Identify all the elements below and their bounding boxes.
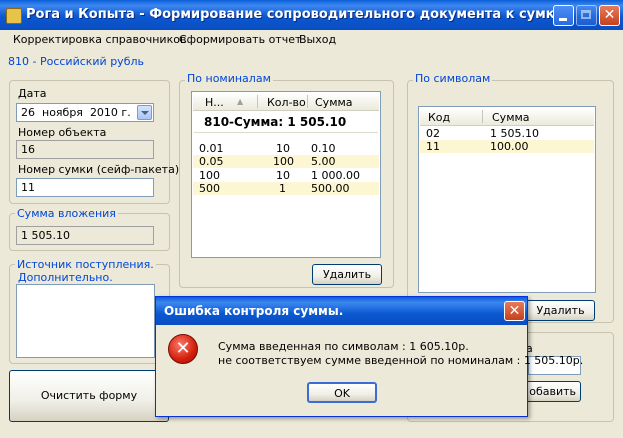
- date-year: 2010 г.: [89, 106, 131, 119]
- object-number-field: 16: [16, 140, 154, 159]
- denominations-total: 810-Сумма: 1 505.10: [204, 115, 347, 129]
- date-day: 26: [21, 106, 35, 119]
- dialog-title-bar[interactable]: Ошибка контроля суммы. ✕: [156, 297, 527, 325]
- error-dialog: Ошибка контроля суммы. ✕ ✕ Сумма введенн…: [155, 296, 583, 417]
- object-number-label: Номер объекта: [18, 126, 107, 139]
- dialog-message-line1: Сумма введенная по символам : 1 605.10р.: [218, 340, 469, 353]
- main-window: Рога и Копыта - Формирование сопроводите…: [0, 0, 623, 438]
- sort-arrow-icon: ▲: [237, 97, 244, 106]
- symbols-list[interactable]: Код Сумма 02 1 505.10 11 100.00: [418, 106, 596, 293]
- currency-label: 810 - Российский рубль: [8, 55, 144, 68]
- error-icon: ✕: [168, 334, 198, 364]
- column-code[interactable]: Код: [428, 111, 450, 124]
- table-row[interactable]: 100 10 1 000.00: [193, 169, 379, 182]
- dialog-close-button[interactable]: ✕: [504, 301, 525, 321]
- column-sum[interactable]: Сумма: [492, 111, 530, 124]
- dialog-ok-button[interactable]: OK: [307, 382, 377, 403]
- symbols-header: Код Сумма: [420, 108, 594, 126]
- date-picker[interactable]: 26 ноября 2010 г.: [16, 103, 154, 122]
- chevron-down-icon[interactable]: [137, 105, 152, 120]
- title-bar[interactable]: Рога и Копыта - Формирование сопроводите…: [0, 0, 623, 30]
- denominations-label: По номиналам: [185, 72, 273, 85]
- date-label: Дата: [18, 87, 47, 100]
- table-row[interactable]: 0.01 10 0.10: [193, 142, 379, 155]
- column-count[interactable]: Кол-во: [267, 96, 306, 109]
- source-textarea[interactable]: [16, 284, 155, 358]
- denominations-list[interactable]: Н... ▲ Кол-во Сумма 810-Сумма: 1 505.10 …: [191, 91, 381, 258]
- maximize-button[interactable]: [576, 5, 597, 26]
- close-icon: ✕: [603, 7, 616, 23]
- menu-item-directories[interactable]: Корректировка справочников: [13, 33, 186, 46]
- bag-number-label: Номер сумки (сейф-пакета): [18, 163, 180, 176]
- dialog-title: Ошибка контроля суммы.: [164, 304, 344, 318]
- close-icon: ✕: [508, 303, 521, 319]
- denominations-delete-button[interactable]: Удалить: [312, 264, 382, 285]
- denominations-header: Н... ▲ Кол-во Сумма: [193, 93, 379, 111]
- table-row[interactable]: 500 1 500.00: [193, 182, 379, 195]
- deposit-sum-label: Сумма вложения: [15, 207, 118, 220]
- maximize-icon: [581, 10, 591, 19]
- close-button[interactable]: ✕: [599, 5, 620, 26]
- source-label-line2: Дополнительно.: [18, 271, 113, 284]
- column-nominal[interactable]: Н...: [205, 96, 224, 109]
- date-month: ноября: [42, 106, 83, 119]
- minimize-button[interactable]: [553, 5, 574, 26]
- source-label-line1: Источник поступления.: [15, 258, 156, 271]
- menu-item-exit[interactable]: Выход: [299, 33, 336, 46]
- table-row[interactable]: 02 1 505.10: [420, 127, 594, 140]
- minimize-icon: [559, 18, 567, 21]
- table-row[interactable]: 0.05 100 5.00: [193, 155, 379, 168]
- app-icon: [6, 8, 22, 24]
- dialog-message-line2: не соответствуем сумме введенной по номи…: [218, 354, 584, 367]
- window-title: Рога и Копыта - Формирование сопроводите…: [26, 7, 564, 22]
- clear-form-button[interactable]: Очистить форму: [9, 370, 169, 422]
- menu-item-report[interactable]: Сформировать отчет: [179, 33, 301, 46]
- bag-number-input[interactable]: 11: [16, 178, 154, 197]
- symbols-delete-button[interactable]: Удалить: [526, 300, 595, 321]
- menu-bar: Корректировка справочников Сформировать …: [0, 30, 623, 50]
- symbols-label: По символам: [413, 72, 493, 85]
- column-sum[interactable]: Сумма: [315, 96, 353, 109]
- deposit-sum-field: 1 505.10: [16, 226, 154, 245]
- table-row[interactable]: 11 100.00: [420, 140, 594, 153]
